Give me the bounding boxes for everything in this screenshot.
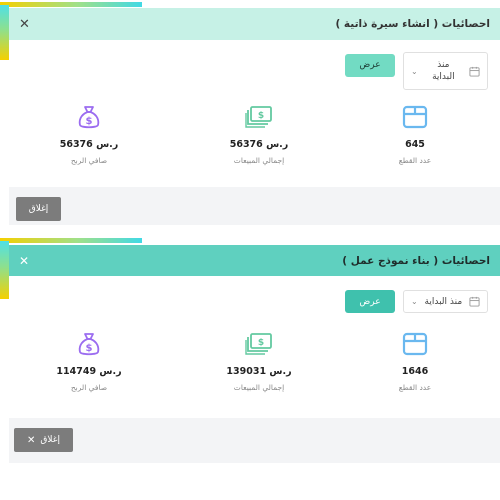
svg-text:$: $ xyxy=(86,116,93,127)
stats-panel-business-model: احصائيات ( بناء نموذج عمل ) ✕ منذ البداي… xyxy=(0,238,500,500)
panel-title: احصائيات ( انشاء سيرة ذاتية ) xyxy=(335,18,490,30)
close-button-label: إغلاق xyxy=(28,204,49,214)
stat-label: إجمالي المبيعات xyxy=(233,383,285,392)
stat-value: 114749 ر.س xyxy=(56,366,122,377)
panel-header: احصائيات ( انشاء سيرة ذاتية ) ✕ xyxy=(9,8,500,40)
panel-footer: إغلاق ✕ xyxy=(9,418,500,463)
date-range-select[interactable]: منذ البداية ⌄ xyxy=(403,52,488,90)
cash-icon: $ xyxy=(194,103,324,131)
close-icon: ✕ xyxy=(27,434,36,446)
stat-profit: $ 56376 ر.س صافي الربح xyxy=(24,103,154,165)
close-button-label: إغلاق xyxy=(40,435,60,445)
stat-value: 56376 ر.س xyxy=(59,139,119,150)
date-range-value: منذ البداية xyxy=(432,60,455,82)
stat-value: 645 xyxy=(405,139,425,150)
close-button[interactable]: إغلاق xyxy=(16,197,61,221)
cash-icon: $ xyxy=(194,330,324,358)
stat-value: 56376 ر.س xyxy=(229,139,289,150)
stat-sales: $ 139031 ر.س إجمالي المبيعات xyxy=(194,330,324,392)
svg-text:$: $ xyxy=(258,338,264,348)
stat-value: 1646 xyxy=(401,366,429,377)
stat-pieces: 1646 عدد القطع xyxy=(350,330,480,392)
stat-label: صافي الربح xyxy=(70,156,108,165)
date-range-value: منذ البداية xyxy=(424,296,463,307)
stat-label: عدد القطع xyxy=(398,383,432,392)
chevron-down-icon: ⌄ xyxy=(411,297,418,306)
stat-sales: $ 56376 ر.س إجمالي المبيعات xyxy=(194,103,324,165)
box-icon xyxy=(350,330,480,358)
svg-text:$: $ xyxy=(86,343,93,354)
box-icon xyxy=(350,103,480,131)
date-range-select[interactable]: منذ البداية ⌄ xyxy=(403,290,488,313)
money-bag-icon: $ xyxy=(24,330,154,358)
filter-bar: منذ البداية ⌄ عرض xyxy=(345,290,488,313)
stat-label: عدد القطع xyxy=(398,156,432,165)
close-icon[interactable]: ✕ xyxy=(15,18,34,31)
close-button[interactable]: إغلاق ✕ xyxy=(14,428,73,452)
filter-bar: منذ البداية ⌄ عرض xyxy=(345,52,488,90)
money-bag-icon: $ xyxy=(24,103,154,131)
panel-header: احصائيات ( بناء نموذج عمل ) ✕ xyxy=(9,245,500,276)
stat-label: صافي الربح xyxy=(70,383,108,392)
stat-profit: $ 114749 ر.س صافي الربح xyxy=(24,330,154,392)
stats-panel-cv: احصائيات ( انشاء سيرة ذاتية ) ✕ منذ البد… xyxy=(0,0,500,230)
accent-bar xyxy=(0,238,142,243)
svg-text:$: $ xyxy=(258,111,264,121)
panel-title: احصائيات ( بناء نموذج عمل ) xyxy=(342,254,490,267)
stat-pieces: 645 عدد القطع xyxy=(350,103,480,165)
show-button[interactable]: عرض xyxy=(345,290,395,313)
chevron-down-icon: ⌄ xyxy=(411,66,418,76)
accent-bar xyxy=(0,2,142,7)
accent-side xyxy=(0,5,9,60)
stat-label: إجمالي المبيعات xyxy=(233,156,285,165)
show-button[interactable]: عرض xyxy=(345,53,395,77)
calendar-icon xyxy=(469,66,480,77)
calendar-icon xyxy=(469,296,480,307)
accent-side xyxy=(0,241,9,299)
stat-value: 139031 ر.س xyxy=(226,366,292,377)
panel-footer: إغلاق xyxy=(9,187,500,225)
close-icon[interactable]: ✕ xyxy=(15,255,33,267)
